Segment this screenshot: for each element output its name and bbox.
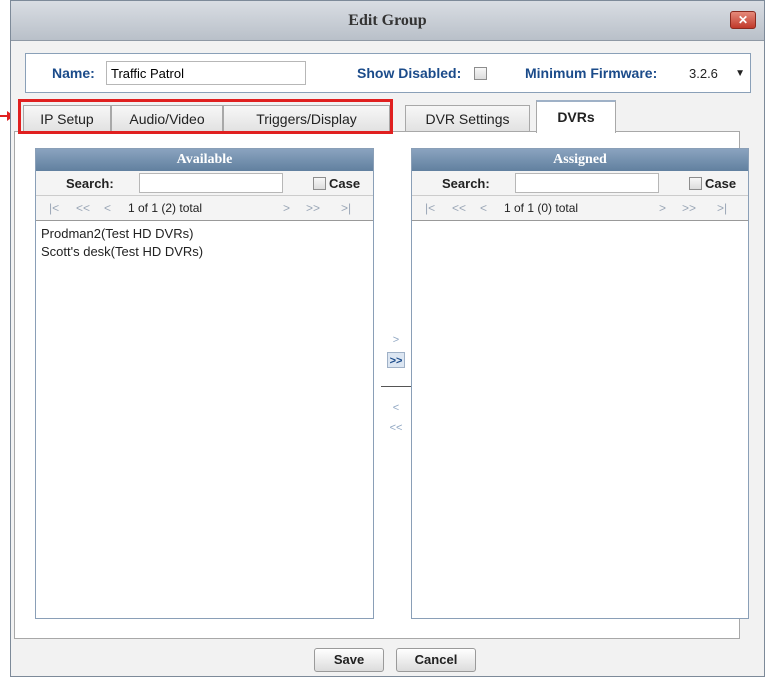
last-page-icon[interactable]: >| — [717, 201, 727, 215]
available-search-input[interactable] — [139, 173, 283, 193]
minimum-firmware-select[interactable]: 3.2.6 ▼ — [689, 63, 747, 85]
remove-all-button[interactable]: << — [387, 420, 405, 436]
first-page-icon[interactable]: |< — [49, 201, 59, 215]
available-case-checkbox[interactable] — [313, 177, 326, 190]
assigned-search-label: Search: — [442, 176, 490, 191]
assigned-list — [412, 221, 748, 225]
available-header: Available — [36, 149, 373, 171]
prev-page-group-icon[interactable]: << — [452, 201, 466, 215]
add-selected-button[interactable]: > — [387, 332, 405, 348]
double-chevron-left-icon: << — [389, 422, 403, 434]
close-icon: ✕ — [737, 13, 749, 27]
remove-selected-button[interactable]: < — [387, 400, 405, 416]
save-label: Save — [333, 652, 365, 667]
assigned-panel: Assigned Search: Case |< << < 1 of 1 (0)… — [411, 148, 749, 619]
next-page-group-icon[interactable]: >> — [682, 201, 696, 215]
prev-page-group-icon[interactable]: << — [76, 201, 90, 215]
show-disabled-checkbox[interactable] — [474, 67, 487, 80]
dialog-titlebar: Edit Group ✕ — [11, 1, 764, 41]
chevron-right-icon: > — [392, 334, 400, 346]
available-search-label: Search: — [66, 176, 114, 191]
chevron-down-icon: ▼ — [735, 68, 745, 79]
transfer-divider — [381, 386, 411, 387]
tab-label: DVRs — [557, 109, 595, 125]
prev-page-icon[interactable]: < — [104, 201, 111, 215]
add-all-button[interactable]: >> — [387, 352, 405, 368]
assigned-case-checkbox[interactable] — [689, 177, 702, 190]
dvrs-tab-content: Available Search: Case |< << < 1 of 1 (2… — [14, 131, 749, 639]
minimum-firmware-label: Minimum Firmware: — [525, 65, 658, 81]
available-case-label: Case — [329, 176, 361, 191]
available-pager: |< << < 1 of 1 (2) total > >> >| — [36, 196, 373, 221]
show-disabled-label: Show Disabled: — [357, 65, 462, 81]
chevron-left-icon: < — [392, 402, 400, 414]
group-settings-bar: Name: Show Disabled: Minimum Firmware: 3… — [25, 53, 751, 93]
next-page-icon[interactable]: > — [659, 201, 666, 215]
name-label: Name: — [52, 65, 95, 81]
cancel-button[interactable]: Cancel — [396, 648, 476, 672]
dialog-title: Edit Group — [348, 12, 427, 29]
tab-dvr-settings[interactable]: DVR Settings — [405, 105, 530, 132]
double-chevron-right-icon: >> — [389, 355, 403, 367]
tab-label: DVR Settings — [425, 111, 510, 127]
available-search-row: Search: Case — [36, 171, 373, 196]
assigned-search-input[interactable] — [515, 173, 659, 193]
cancel-label: Cancel — [414, 652, 458, 667]
annotation-highlight-box — [18, 99, 393, 134]
available-pager-text: 1 of 1 (2) total — [128, 201, 203, 215]
assigned-pager: |< << < 1 of 1 (0) total > >> >| — [412, 196, 748, 221]
close-button[interactable]: ✕ — [730, 11, 756, 29]
name-input[interactable] — [106, 61, 306, 85]
available-list: Prodman2(Test HD DVRs) Scott's desk(Test… — [36, 221, 373, 261]
prev-page-icon[interactable]: < — [480, 201, 487, 215]
tab-dvrs[interactable]: DVRs — [536, 100, 616, 133]
assigned-case-label: Case — [705, 176, 737, 191]
save-button[interactable]: Save — [314, 648, 384, 672]
next-page-icon[interactable]: > — [283, 201, 290, 215]
available-panel: Available Search: Case |< << < 1 of 1 (2… — [35, 148, 374, 619]
assigned-header: Assigned — [412, 149, 748, 171]
assigned-search-row: Search: Case — [412, 171, 748, 196]
minimum-firmware-value: 3.2.6 — [689, 66, 718, 81]
last-page-icon[interactable]: >| — [341, 201, 351, 215]
assigned-pager-text: 1 of 1 (0) total — [504, 201, 579, 215]
list-item[interactable]: Prodman2(Test HD DVRs) — [36, 225, 373, 243]
list-item[interactable]: Scott's desk(Test HD DVRs) — [36, 243, 373, 261]
first-page-icon[interactable]: |< — [425, 201, 435, 215]
next-page-group-icon[interactable]: >> — [306, 201, 320, 215]
